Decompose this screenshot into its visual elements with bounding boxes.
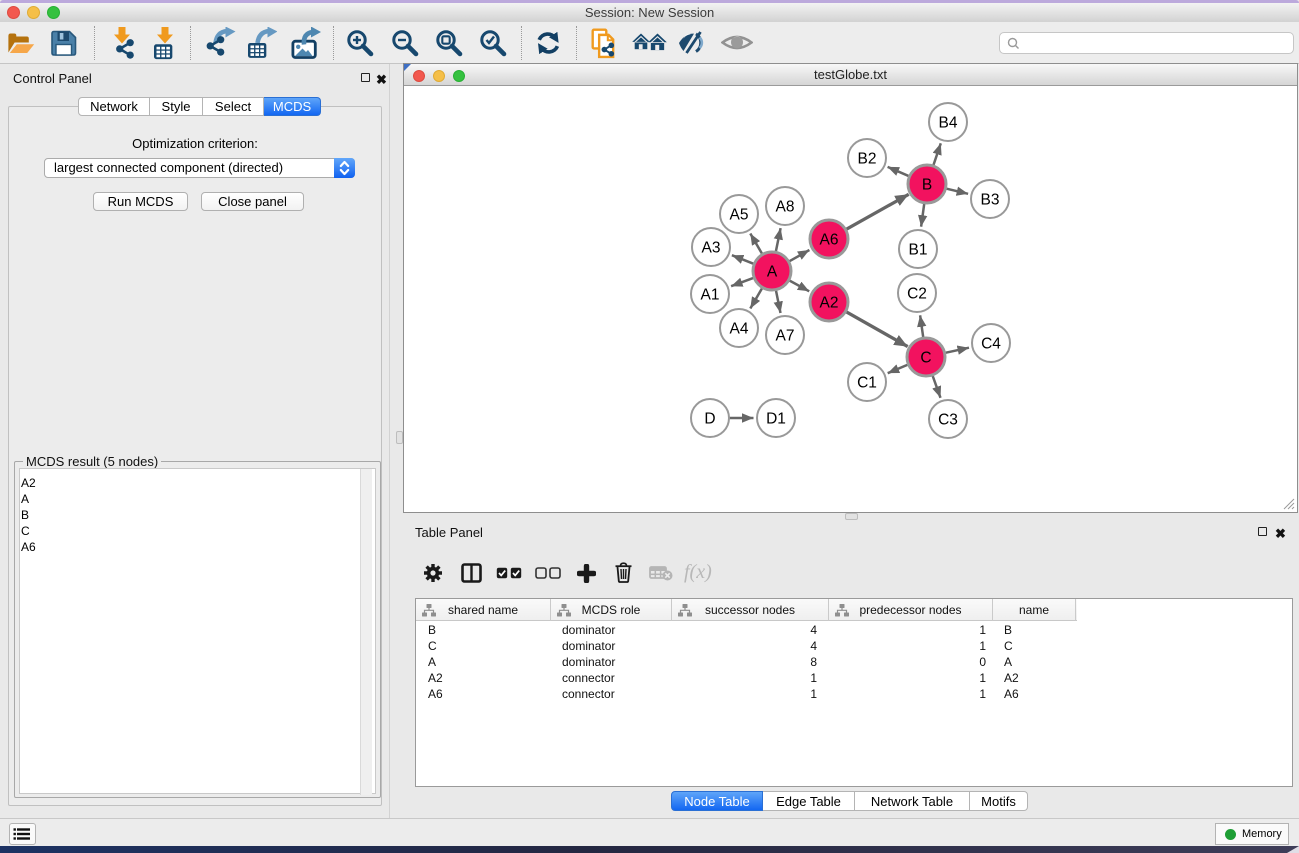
svg-text:A5: A5: [730, 207, 749, 224]
svg-text:A8: A8: [776, 199, 795, 216]
svg-text:A4: A4: [730, 321, 749, 338]
svg-text:A3: A3: [702, 240, 721, 257]
svg-text:B2: B2: [858, 151, 877, 168]
svg-text:B3: B3: [981, 192, 1000, 209]
svg-text:B1: B1: [909, 242, 928, 259]
svg-text:D: D: [704, 411, 715, 428]
svg-text:A6: A6: [820, 232, 839, 249]
svg-text:A2: A2: [820, 295, 839, 312]
svg-text:B: B: [922, 177, 932, 194]
svg-text:A7: A7: [776, 328, 795, 345]
svg-text:C: C: [920, 350, 931, 367]
svg-text:A: A: [767, 264, 778, 281]
svg-text:D1: D1: [766, 411, 786, 428]
svg-text:A1: A1: [701, 287, 720, 304]
svg-text:C4: C4: [981, 336, 1001, 353]
svg-text:C3: C3: [938, 412, 958, 429]
svg-text:B4: B4: [939, 115, 958, 132]
svg-text:C1: C1: [857, 375, 877, 392]
svg-text:C2: C2: [907, 286, 927, 303]
